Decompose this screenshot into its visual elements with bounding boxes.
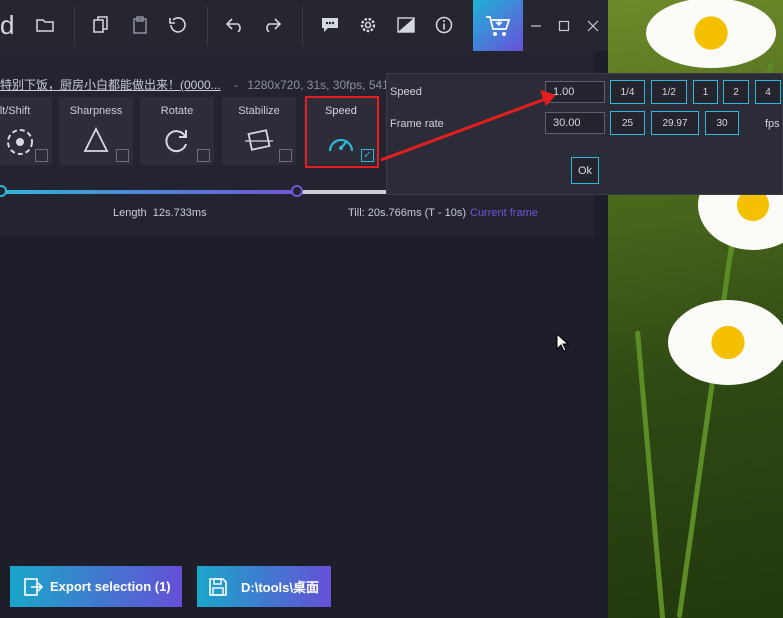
export-label: Export selection (1) [50,579,171,594]
till-value: 20s.766ms (T - 10s) [367,207,466,219]
speed-preset-quarter[interactable]: 1/4 [610,80,645,104]
redo-icon[interactable] [256,9,288,41]
framerate-preset-2997[interactable]: 29.97 [651,111,699,135]
current-frame-link[interactable]: Current frame [470,207,538,219]
save-path-label: D:\tools\桌面 [241,580,319,595]
tool-label: Sharpness [69,105,123,117]
timeline-selection [0,190,297,194]
framerate-label: Frame rate [390,118,444,130]
framerate-input[interactable]: 30.00 [545,112,605,134]
length-label: Length [113,207,147,219]
export-icon [16,577,50,597]
speed-preset-1x[interactable]: 1 [693,80,718,104]
tool-sharpness[interactable]: Sharpness [59,97,133,165]
undo-icon[interactable] [219,9,251,41]
tool-checkbox[interactable] [35,149,48,162]
app-logo: d [0,10,15,40]
speed-input[interactable]: 1.00 [545,81,605,103]
title-bar: d [0,0,608,51]
ok-button[interactable]: Ok [571,157,599,184]
timeline-end-handle[interactable] [291,185,303,197]
tool-label: Rotate [160,105,194,117]
reset-icon[interactable] [162,9,194,41]
highlight-box [305,96,379,168]
save-icon [201,577,235,597]
copy-icon[interactable] [85,9,117,41]
toolbar-divider [207,6,208,46]
close-icon[interactable] [583,16,603,36]
tool-label: lt/Shift [0,105,31,117]
maximize-icon[interactable] [554,16,574,36]
file-name-link[interactable]: 特别下饭，厨房小白都能做出来！(0000... [0,78,221,92]
gear-icon[interactable] [352,9,384,41]
minimize-icon[interactable] [526,16,546,36]
speed-label: Speed [390,86,422,98]
speed-preset-half[interactable]: 1/2 [651,80,687,104]
feedback-icon[interactable] [314,9,346,41]
folder-icon[interactable] [29,9,61,41]
tool-label: Stabilize [238,105,280,117]
framerate-preset-30[interactable]: 30 [705,111,739,135]
file-meta: 1280x720, 31s, 30fps, 5411k [247,78,401,92]
length-value: 12s.733ms [152,207,207,219]
export-selection-button[interactable]: Export selection (1) [10,566,182,607]
speed-preset-2x[interactable]: 2 [723,80,749,104]
cart-icon [486,15,511,36]
theme-icon[interactable] [390,9,422,41]
speed-preset-4x[interactable]: 4 [755,80,781,104]
till-readout: Till: 20s.766ms (T - 10s) Current frame [348,207,538,219]
toolbar-divider [302,6,303,46]
file-separator: - [234,78,239,92]
file-info: 特别下饭，厨房小白都能做出来！(0000... - 1280x720, 31s,… [0,76,401,93]
tool-rotate[interactable]: Rotate [140,97,214,165]
length-readout: Length 12s.733ms [113,207,207,219]
tool-tilt-shift[interactable]: lt/Shift [0,97,52,165]
tool-stabilize[interactable]: Stabilize [222,97,296,165]
tool-checkbox[interactable] [279,149,292,162]
save-path-button[interactable]: D:\tools\桌面 [197,566,331,607]
tool-checkbox[interactable] [116,149,129,162]
tool-checkbox[interactable] [197,149,210,162]
cart-button[interactable] [473,0,523,51]
framerate-preset-25[interactable]: 25 [610,111,645,135]
paste-icon[interactable] [124,9,156,41]
fps-unit: fps [765,118,780,130]
toolbar-divider [74,6,75,46]
info-icon[interactable] [428,9,460,41]
mouse-cursor-icon [556,332,570,358]
till-label: Till: [348,207,365,219]
